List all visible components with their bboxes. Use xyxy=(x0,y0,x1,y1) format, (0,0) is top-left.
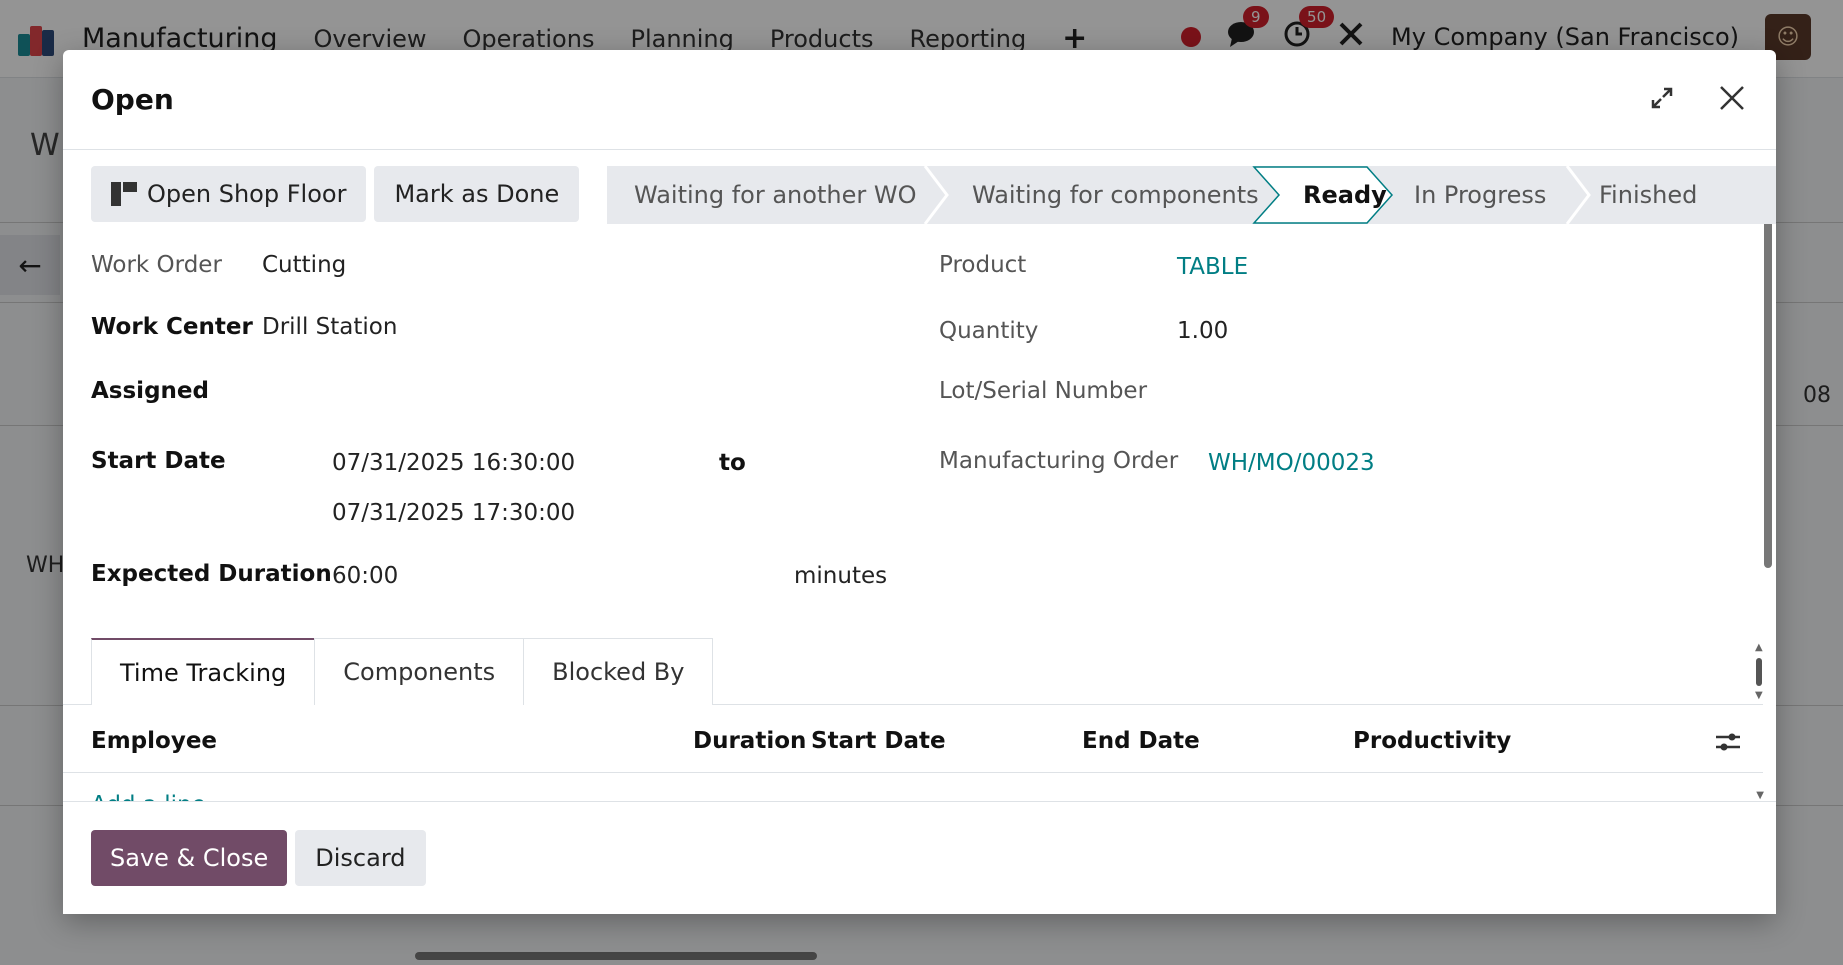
quantity-field[interactable]: 1.00 xyxy=(1177,318,1228,344)
dialog-footer: Save & Close Discard xyxy=(63,801,1776,914)
column-employee[interactable]: Employee xyxy=(91,728,217,754)
status-step-ready[interactable]: Ready xyxy=(1303,181,1387,209)
status-label: Ready xyxy=(1303,181,1387,209)
status-step-waiting-components[interactable]: Waiting for components xyxy=(972,181,1259,209)
product-label: Product xyxy=(939,252,1027,278)
scroll-down-arrow-icon[interactable]: ▼ xyxy=(1756,790,1764,801)
column-end-date[interactable]: End Date xyxy=(1082,728,1200,754)
expand-icon[interactable] xyxy=(1642,78,1682,118)
inner-scrollbar[interactable]: ▲ ▼ xyxy=(1754,642,1764,704)
duration-unit: minutes xyxy=(794,563,888,589)
expected-duration-field[interactable]: 60:00 xyxy=(332,563,398,589)
tab-time-tracking[interactable]: Time Tracking xyxy=(91,638,316,705)
status-bar: Waiting for another WO Waiting for compo… xyxy=(607,166,1776,225)
table-header-divider xyxy=(63,772,1763,773)
product-link[interactable]: TABLE xyxy=(1177,254,1248,280)
dialog-body: Open Shop Floor Mark as Done Waiting for… xyxy=(63,150,1776,801)
status-label: In Progress xyxy=(1414,181,1546,209)
notebook-tabs: Time Tracking Components Blocked By xyxy=(91,638,714,705)
discard-button[interactable]: Discard xyxy=(295,830,426,886)
work-order-field[interactable]: Cutting xyxy=(262,252,346,278)
assigned-label: Assigned xyxy=(91,378,209,404)
column-start-date[interactable]: Start Date xyxy=(811,728,946,754)
start-date-label: Start Date xyxy=(91,448,226,474)
dialog-header: Open xyxy=(63,50,1776,150)
tab-components[interactable]: Components xyxy=(314,638,525,705)
expected-duration-label: Expected Duration xyxy=(91,561,332,587)
status-step-in-progress[interactable]: In Progress xyxy=(1414,181,1546,209)
to-label: to xyxy=(719,450,746,476)
end-date-field[interactable]: 07/31/2025 17:30:00 xyxy=(332,500,575,526)
column-productivity[interactable]: Productivity xyxy=(1353,728,1511,754)
shop-floor-icon xyxy=(111,182,137,206)
vertical-scrollbar[interactable] xyxy=(1764,168,1772,568)
quantity-label: Quantity xyxy=(939,318,1039,344)
save-close-button[interactable]: Save & Close xyxy=(91,830,288,886)
optional-columns-icon[interactable] xyxy=(1715,730,1741,758)
work-order-label: Work Order xyxy=(91,252,222,278)
status-step-waiting-wo[interactable]: Waiting for another WO xyxy=(634,181,916,209)
work-center-field[interactable]: Drill Station xyxy=(262,314,397,340)
status-label: Waiting for components xyxy=(972,181,1259,209)
start-date-field[interactable]: 07/31/2025 16:30:00 xyxy=(332,450,575,476)
status-label: Waiting for another WO xyxy=(634,181,916,209)
lot-serial-label: Lot/Serial Number xyxy=(939,378,1148,404)
status-step-finished[interactable]: Finished xyxy=(1599,181,1697,209)
work-order-dialog: Open Open Shop Floor Mark as Done Waitin… xyxy=(63,50,1776,914)
add-line-link[interactable]: Add a line xyxy=(91,792,206,801)
close-icon[interactable] xyxy=(1712,78,1752,118)
work-center-label: Work Center xyxy=(91,314,253,340)
manufacturing-order-label: Manufacturing Order xyxy=(939,448,1179,474)
open-shop-floor-label: Open Shop Floor xyxy=(147,180,347,208)
manufacturing-order-link[interactable]: WH/MO/00023 xyxy=(1208,450,1375,476)
mark-as-done-button[interactable]: Mark as Done xyxy=(374,166,580,222)
dialog-title: Open xyxy=(91,83,174,116)
open-shop-floor-button[interactable]: Open Shop Floor xyxy=(91,166,367,222)
column-duration[interactable]: Duration xyxy=(693,728,806,754)
status-label: Finished xyxy=(1599,181,1697,209)
tab-blocked-by[interactable]: Blocked By xyxy=(523,638,714,705)
